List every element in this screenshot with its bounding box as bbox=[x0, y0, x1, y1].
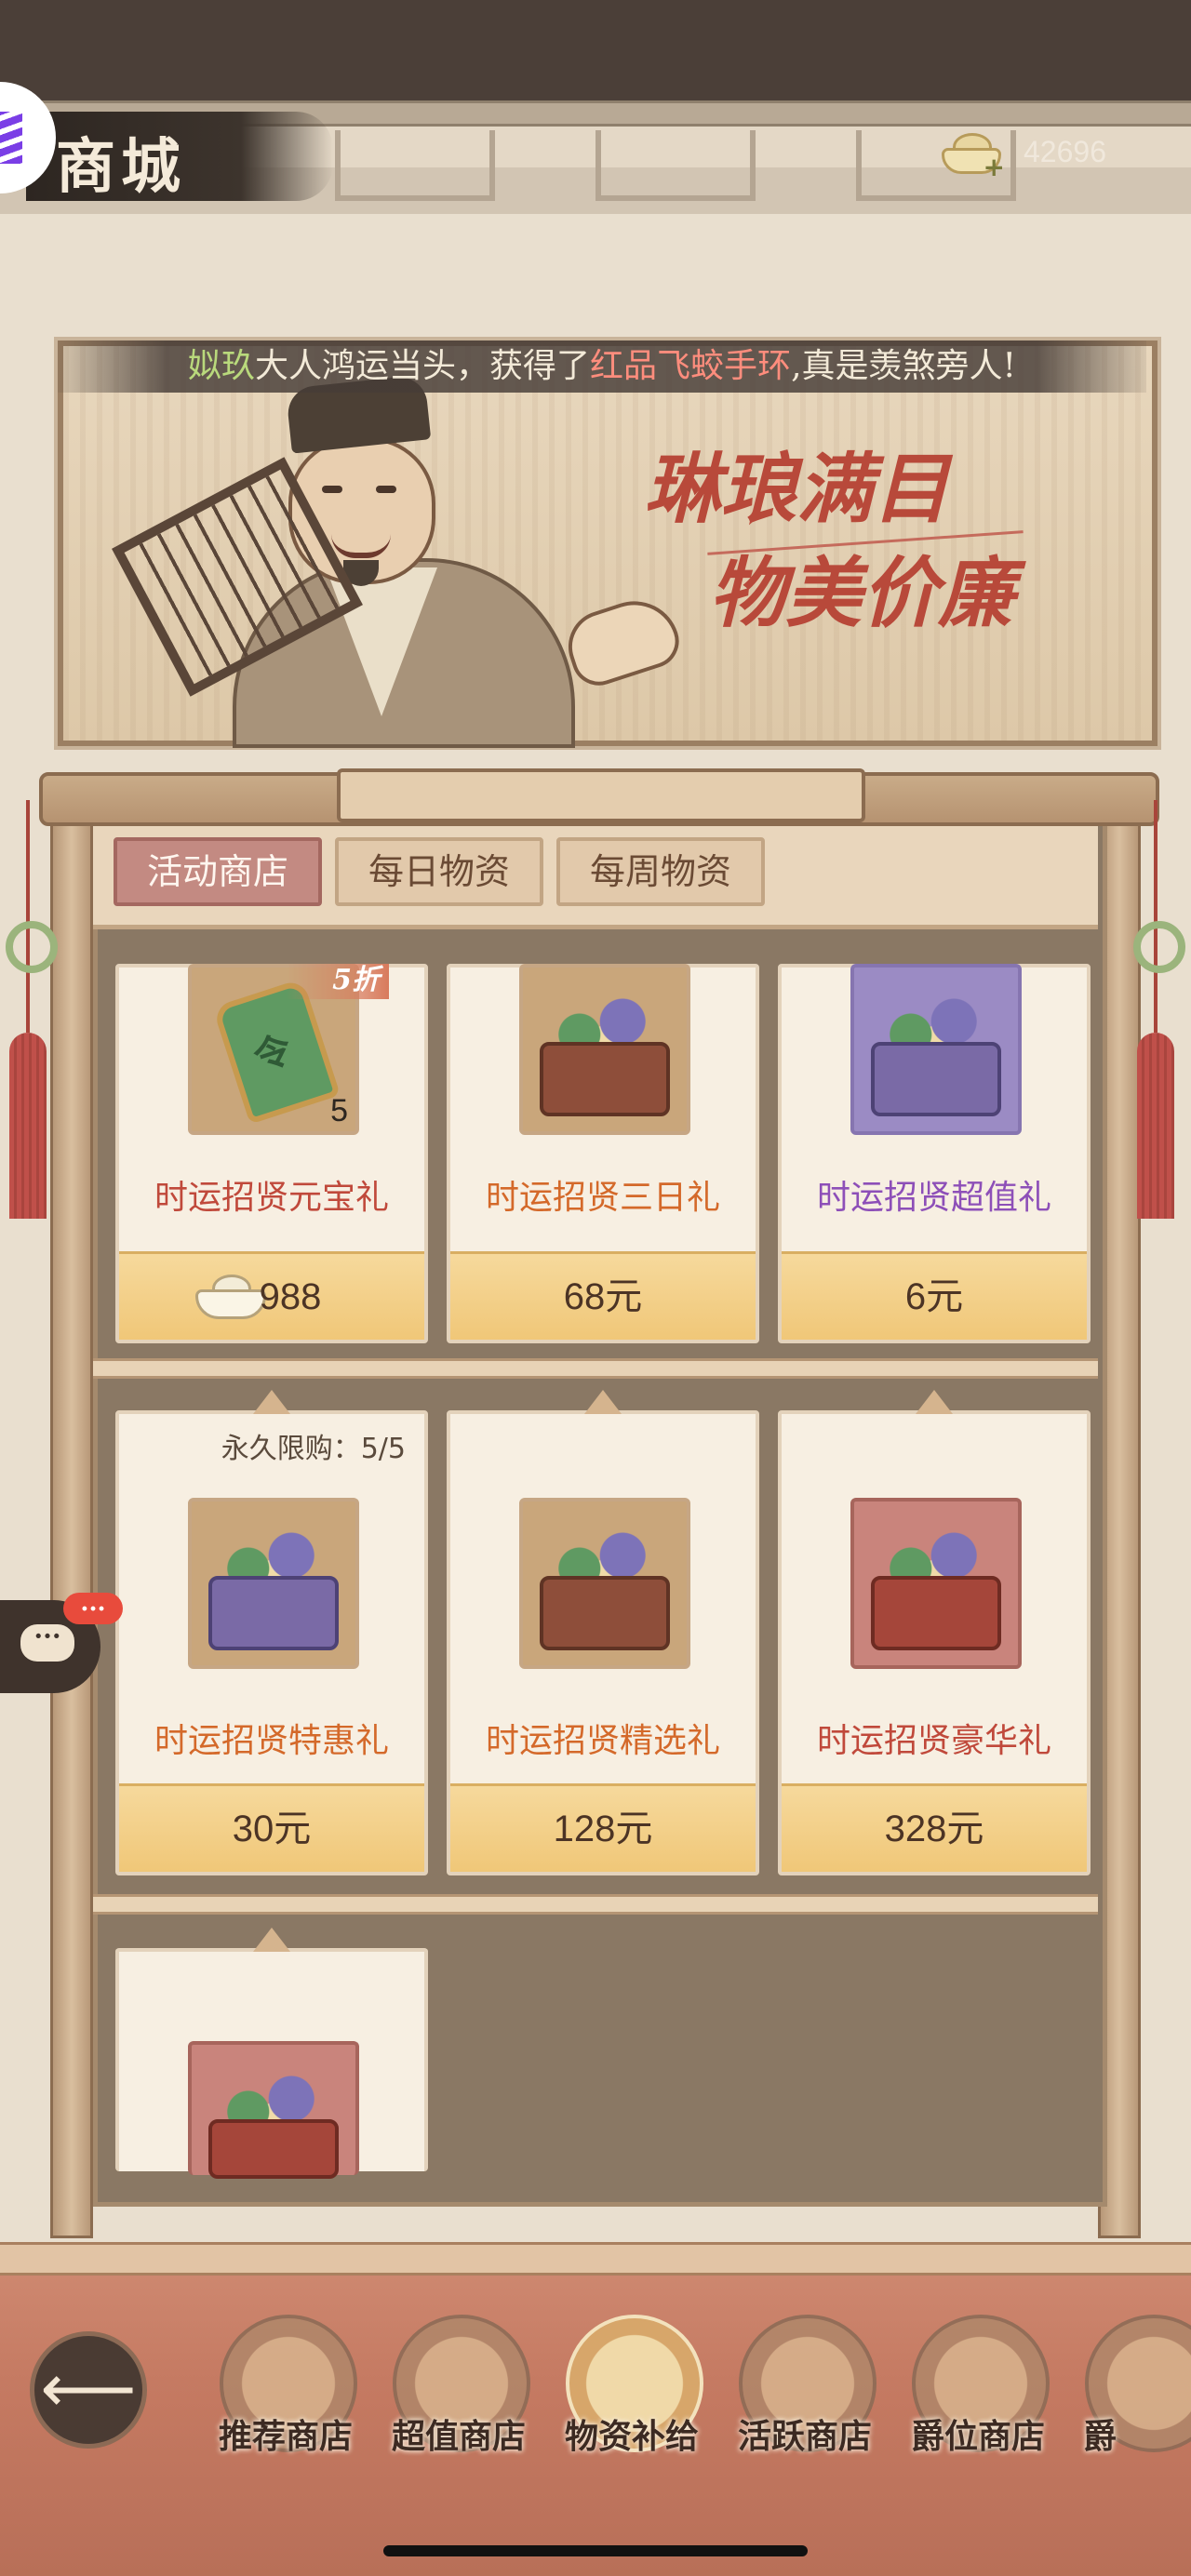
tab-daily-supplies[interactable]: 每日物资 bbox=[335, 837, 543, 906]
price-button[interactable]: 6元 bbox=[782, 1251, 1087, 1340]
back-button[interactable]: ⟵ bbox=[30, 2331, 147, 2449]
back-arrow-icon: ⟵ bbox=[40, 2349, 137, 2427]
price-button[interactable]: 30元 bbox=[119, 1783, 424, 1872]
currency-value: 42696 bbox=[1024, 134, 1106, 168]
gift-chest-icon bbox=[540, 1576, 670, 1650]
app-logo-icon bbox=[0, 112, 22, 164]
ticker-text-end: ,真是羡煞旁人! bbox=[791, 347, 1016, 385]
product-name: 时运招贤超值礼 bbox=[816, 1179, 1051, 1217]
product-price: 128元 bbox=[553, 1809, 653, 1849]
home-indicator[interactable] bbox=[383, 2545, 808, 2556]
gift-chest-icon bbox=[871, 1042, 1001, 1116]
nav-label: 爵位商店 bbox=[910, 2417, 1045, 2456]
slogan-line-1: 琳琅满目 bbox=[644, 445, 949, 534]
chat-button[interactable]: ··· ... bbox=[0, 1591, 123, 1693]
product-image bbox=[188, 1498, 359, 1669]
currency-display[interactable]: + 42696 bbox=[940, 123, 1172, 182]
shelf-divider bbox=[93, 1358, 1098, 1379]
nav-label: 超值商店 bbox=[391, 2417, 526, 2456]
lattice-decoration bbox=[335, 130, 495, 201]
product-name: 时运招贤三日礼 bbox=[485, 1179, 720, 1217]
tassel-decoration-right bbox=[1128, 800, 1185, 1219]
product-card[interactable]: 令 5 5折 时运招贤元宝礼 988 bbox=[115, 964, 428, 1343]
slogan-line-2: 物美价廉 bbox=[709, 549, 1014, 638]
nav-label: 物资补给 bbox=[564, 2417, 699, 2456]
tassel-decoration-left bbox=[0, 800, 58, 1219]
nav-activity-shop[interactable]: 活跃商店 bbox=[716, 2307, 884, 2475]
nav-label: 活跃商店 bbox=[737, 2417, 872, 2456]
gift-chest-icon bbox=[540, 1042, 670, 1116]
item-count: 5 bbox=[330, 1093, 348, 1128]
product-card[interactable] bbox=[115, 1928, 428, 2179]
product-name: 时运招贤精选礼 bbox=[485, 1722, 720, 1760]
product-card[interactable]: 时运招贤三日礼 68元 bbox=[447, 964, 759, 1343]
price-button[interactable]: 328元 bbox=[782, 1783, 1087, 1872]
nav-label: 爵 bbox=[1082, 2417, 1117, 2456]
product-image bbox=[519, 964, 690, 1135]
page-title: 商城 bbox=[56, 132, 186, 202]
nav-rank-shop[interactable]: 爵位商店 bbox=[890, 2307, 1057, 2475]
product-price: 6元 bbox=[904, 1276, 964, 1317]
ticker-player-name: 姒玖 bbox=[188, 347, 256, 385]
product-price: 68元 bbox=[563, 1276, 643, 1317]
product-card[interactable]: 时运招贤精选礼 128元 bbox=[447, 1390, 759, 1875]
product-price: 30元 bbox=[232, 1809, 312, 1849]
frame-post-left bbox=[50, 809, 93, 2238]
shelf-divider bbox=[93, 1894, 1098, 1915]
bottom-nav-border bbox=[0, 2242, 1191, 2276]
chat-bubble-icon: ··· bbox=[20, 1623, 74, 1662]
nav-recommended-shop[interactable]: 推荐商店 bbox=[197, 2307, 365, 2475]
nav-supply-shop[interactable]: 物资补给 bbox=[543, 2307, 711, 2475]
product-name: 时运招贤元宝礼 bbox=[154, 1179, 389, 1217]
purchase-limit: 永久限购：5/5 bbox=[221, 1433, 406, 1465]
price-button[interactable]: 988 bbox=[119, 1251, 424, 1340]
ticker-text: 大人鸿运当头，获得了 bbox=[255, 347, 591, 385]
price-button[interactable]: 128元 bbox=[450, 1783, 756, 1872]
merchant-illustration bbox=[112, 372, 687, 748]
tab-activity-shop[interactable]: 活动商店 bbox=[114, 837, 322, 906]
chat-notification-badge: ... bbox=[63, 1591, 123, 1624]
gift-chest-icon bbox=[871, 1576, 1001, 1650]
ticker-item-name: 红品飞蛟手环 bbox=[590, 347, 792, 385]
gift-chest-icon bbox=[208, 2119, 339, 2179]
announcement-ticker: 姒玖大人鸿运当头，获得了红品飞蛟手环,真是羡煞旁人! bbox=[58, 340, 1146, 393]
product-name: 时运招贤特惠礼 bbox=[154, 1722, 389, 1760]
product-image bbox=[519, 1498, 690, 1669]
product-price: 988 bbox=[259, 1276, 322, 1317]
nav-label: 推荐商店 bbox=[218, 2417, 353, 2456]
product-image bbox=[850, 1498, 1022, 1669]
product-name: 时运招贤豪华礼 bbox=[816, 1722, 1051, 1760]
product-image bbox=[188, 2041, 359, 2179]
banner-slogan: 琳琅满目 物美价廉 bbox=[644, 437, 1014, 646]
silver-ingot-icon: + bbox=[940, 131, 1005, 182]
price-button[interactable]: 68元 bbox=[450, 1251, 756, 1340]
gift-chest-icon bbox=[208, 1576, 339, 1650]
nav-rank-shop-more[interactable]: 爵 bbox=[1063, 2307, 1191, 2475]
product-price: 328元 bbox=[884, 1809, 984, 1849]
product-card[interactable]: 时运招贤豪华礼 328元 bbox=[778, 1390, 1091, 1875]
nav-value-shop[interactable]: 超值商店 bbox=[370, 2307, 538, 2475]
tab-weekly-supplies[interactable]: 每周物资 bbox=[556, 837, 765, 906]
discount-badge: 5折 bbox=[287, 964, 389, 999]
product-card[interactable]: 永久限购：5/5 时运招贤特惠礼 30元 bbox=[115, 1390, 428, 1875]
lattice-decoration bbox=[596, 130, 756, 201]
product-image bbox=[850, 964, 1022, 1135]
frame-plaque bbox=[337, 768, 865, 822]
product-card[interactable]: 时运招贤超值礼 6元 bbox=[778, 964, 1091, 1343]
